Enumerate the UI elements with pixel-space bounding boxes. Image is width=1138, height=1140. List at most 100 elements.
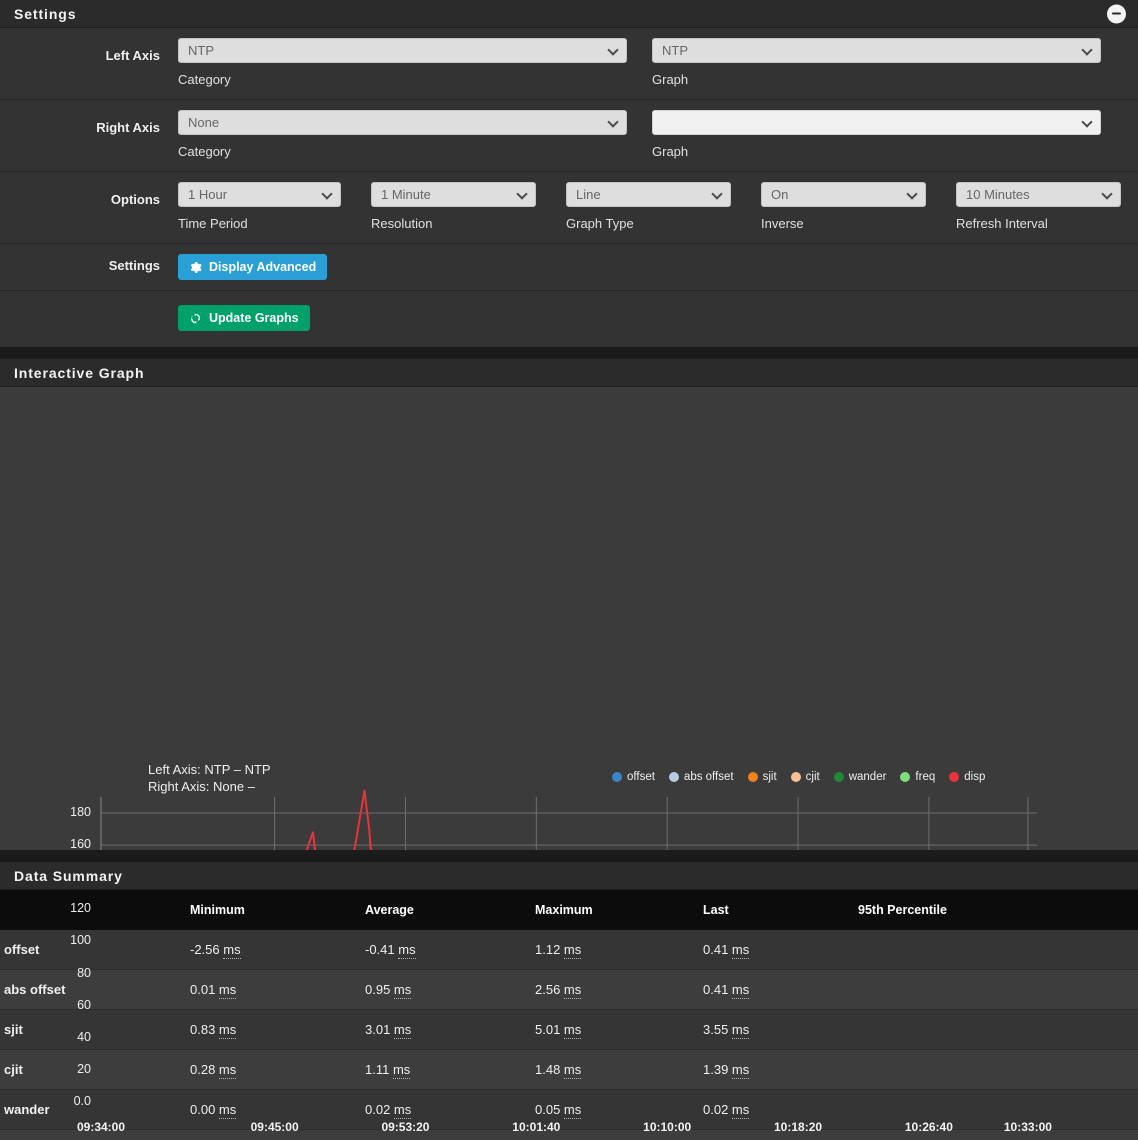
time-period-select[interactable]: 1 Hour [178,182,341,207]
unit-label: ms [223,942,241,959]
unit-label: ms [218,1062,237,1079]
resolution-caption: Resolution [371,216,433,231]
unit-label: ms [731,982,750,999]
right-axis-graph-select[interactable] [652,110,1101,135]
table-row: abs offset 0.01 ms 0.95 ms 2.56 ms 0.41 ms [0,969,1138,1010]
chevron-down-icon [906,187,918,200]
cell-maximum: 2.56 ms [535,969,703,1010]
y-axis-tick-label: 100 [70,933,91,948]
right-axis-category-select[interactable]: None [178,110,627,135]
display-advanced-button[interactable]: Display Advanced [178,254,328,280]
left-axis-label: Left Axis [105,48,160,63]
col-header-name [0,890,190,930]
update-graphs-button[interactable]: Update Graphs [178,305,310,331]
unit-label: ms [218,1102,237,1119]
update-graphs-label: Update Graphs [209,311,299,325]
panel-spacer-2 [0,850,1138,862]
summary-table-body: offset -2.56 ms -0.41 ms 1.12 ms 0.41 ms abs … [0,930,1138,1140]
unit-label: ms [563,1102,582,1119]
cell-average: -0.41 ms [365,930,535,970]
left-axis-graph-caption: Graph [652,72,689,87]
right-axis-graph-field: Graph [652,110,1101,159]
unit-label: ms [398,942,416,959]
summary-header-row: Minimum Average Maximum Last 95th Percen… [0,890,1138,930]
cell-p95 [858,1089,1138,1130]
resolution-value: 1 Minute [381,187,431,202]
minus-glyph [1112,12,1121,15]
unit-label: ms [218,982,237,999]
chart-svg [100,789,1038,1108]
cell-p95 [858,1009,1138,1050]
left-axis-graph-select[interactable]: NTP [652,38,1101,63]
resolution-field: 1 Minute Resolution [371,182,536,231]
settings-actions-row: Settings Display Advanced [0,244,1138,291]
update-graphs-row: Update Graphs [0,291,1138,347]
unit-label: ms [563,1022,582,1039]
row-label-cjit: cjit [0,1049,190,1090]
right-axis-category-field: None Category [178,110,627,159]
left-axis-category-field: NTP Category [178,38,627,87]
row-label-offset: offset [0,930,190,970]
chevron-down-icon [1101,187,1113,200]
cell-average: 1.11 ms [365,1049,535,1090]
inverse-caption: Inverse [761,216,804,231]
cell-p95 [858,930,1138,970]
refresh-interval-field: 10 Minutes Refresh Interval [956,182,1121,231]
cell-maximum: 1.48 ms [535,1049,703,1090]
chevron-down-icon [607,43,619,56]
summary-table-head: Minimum Average Maximum Last 95th Percen… [0,890,1138,930]
y-axis-tick-label: 160 [70,837,91,852]
cell-minimum: 0.83 ms [190,1009,365,1050]
minus-circle-icon[interactable] [1107,4,1126,23]
x-axis-tick-label: 09:45:00 [250,1120,299,1134]
graph-type-caption: Graph Type [566,216,634,231]
y-axis-tick-label: 20 [77,1061,91,1076]
left-axis-category-value: NTP [188,43,214,58]
right-axis-row: Right Axis None Category Graph [0,100,1138,172]
chart-plot-area[interactable]: 0.02040608010012014016018009:34:0009:45:… [0,387,1138,1134]
panel-spacer [0,347,1138,359]
graph-panel-header: Interactive Graph [0,359,1138,387]
cell-average: 0.95 ms [365,969,535,1010]
x-axis-tick-label: 10:18:20 [774,1120,823,1134]
cell-p95 [858,1049,1138,1090]
graph-type-select[interactable]: Line [566,182,731,207]
x-axis-tick-label: 10:33:00 [1003,1120,1052,1134]
row-label-sjit: sjit [0,1009,190,1050]
gear-icon [189,261,202,274]
resolution-select[interactable]: 1 Minute [371,182,536,207]
inverse-select[interactable]: On [761,182,926,207]
options-row: Options 1 Hour Time Period 1 Minute Reso… [0,172,1138,244]
update-graphs-row-label [0,305,178,315]
unit-label: ms [563,942,582,959]
table-row: cjit 0.28 ms 1.11 ms 1.48 ms 1.39 ms [0,1049,1138,1090]
unit-label: ms [731,1102,750,1119]
y-axis-tick-label: 180 [70,805,91,820]
time-period-value: 1 Hour [188,187,228,202]
y-axis-tick-label: 120 [70,901,91,916]
graph-panel-title: Interactive Graph [14,364,145,381]
unit-label: ms [563,1062,582,1079]
left-axis-category-caption: Category [178,72,231,87]
left-axis-category-select[interactable]: NTP [178,38,627,63]
table-row: sjit 0.83 ms 3.01 ms 5.01 ms 3.55 ms [0,1009,1138,1050]
chevron-down-icon [1081,115,1093,128]
unit-label: ms [393,1022,412,1039]
right-axis-category-caption: Category [178,144,231,159]
options-label: Options [110,192,160,207]
refresh-interval-select[interactable]: 10 Minutes [956,182,1121,207]
x-axis-tick-label: 10:01:40 [512,1120,561,1134]
col-header-average: Average [365,890,535,930]
y-axis-tick-label: 60 [77,997,91,1012]
cell-average: 3.01 ms [365,1009,535,1050]
summary-panel-title: Data Summary [14,867,123,884]
unit-label: ms [731,1022,750,1039]
unit-label: ms [731,942,750,959]
unit-label: ms [392,1062,411,1079]
graph-body: Left Axis: NTP – NTP Right Axis: None – … [0,387,1138,1134]
cell-maximum: 1.12 ms [535,930,703,970]
data-summary-panel: Data Summary Minimum Average Maximum Las… [0,862,1138,1140]
x-axis-tick-label: 10:26:40 [904,1120,953,1134]
cell-p95 [858,969,1138,1010]
summary-table: Minimum Average Maximum Last 95th Percen… [0,890,1138,1140]
